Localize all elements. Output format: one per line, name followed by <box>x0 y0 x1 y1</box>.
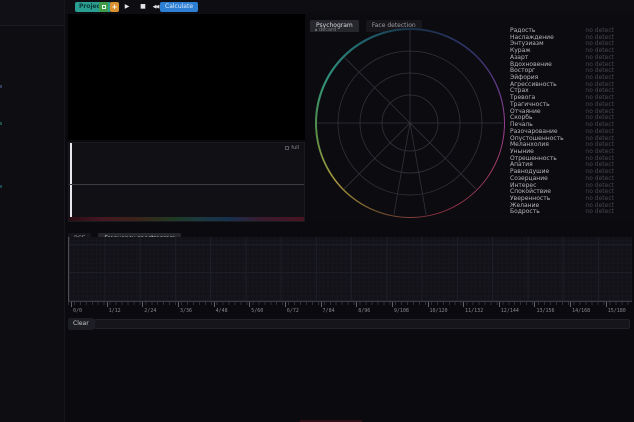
emotion-label: Бодрость <box>510 209 540 216</box>
axis-tick <box>534 302 535 307</box>
full-checkbox[interactable]: full <box>285 145 299 151</box>
axis-tick-label: 14/168 <box>572 308 590 314</box>
axis-tick-label: 9/108 <box>394 308 409 314</box>
axis-tick-label: 13/156 <box>536 308 554 314</box>
checkbox-icon <box>285 146 289 150</box>
emotion-list: Радостьno detectНаслаждениеno detectЭнту… <box>510 28 614 216</box>
play-button[interactable]: ▶ <box>122 2 132 12</box>
axis-tick <box>142 302 143 307</box>
playhead[interactable] <box>70 143 72 221</box>
axis-tick-label: 7/84 <box>323 308 335 314</box>
axis-tick <box>285 302 286 307</box>
axis-tick-label: 11/132 <box>465 308 483 314</box>
stop-icon: ■ <box>140 3 146 10</box>
plus-icon: + <box>112 3 118 11</box>
emotion-value: no detect <box>585 209 614 216</box>
add-button[interactable]: + <box>110 2 119 12</box>
app-window: Projects + ▶ ■ ◀◀ Calculate full Psychog… <box>0 0 634 422</box>
axis-tick <box>499 302 500 307</box>
sidebar-speck <box>0 185 2 188</box>
rewind-icon: ◀◀ <box>153 4 159 10</box>
axis-tick-label: 10/120 <box>430 308 448 314</box>
screenshot-button[interactable] <box>99 2 108 12</box>
emotion-row: Бодрость no detect <box>510 209 614 216</box>
waveform-panel[interactable]: full <box>68 142 305 222</box>
sidebar-speck <box>0 85 2 88</box>
waveform-midline <box>69 184 304 185</box>
time-axis: 0/0 1/12 2/24 3/36 4/48 5/60 6/72 7/84 8/96 9/108… <box>68 301 632 317</box>
frame-icon <box>102 5 106 9</box>
video-preview <box>68 14 305 140</box>
axis-tick-label: 5/60 <box>251 308 263 314</box>
sidebar <box>0 0 65 422</box>
clear-progress-bar <box>94 319 630 329</box>
axis-minor-ticks <box>68 302 632 305</box>
axis-tick <box>107 302 108 307</box>
full-label: full <box>291 145 299 151</box>
axis-tick-label: 8/96 <box>358 308 370 314</box>
axis-tick <box>392 302 393 307</box>
axis-tick <box>249 302 250 307</box>
axis-tick <box>606 302 607 307</box>
waveform-rainbow-strip <box>69 217 304 221</box>
axis-tick <box>356 302 357 307</box>
axis-tick <box>321 302 322 307</box>
sidebar-speck <box>0 122 2 125</box>
axis-tick-label: 3/36 <box>180 308 192 314</box>
axis-tick-label: 6/72 <box>287 308 299 314</box>
calculate-button[interactable]: Calculate <box>160 2 198 12</box>
clear-button[interactable]: Clear <box>68 318 94 330</box>
axis-tick <box>71 302 72 307</box>
axis-tick-label: 12/144 <box>501 308 519 314</box>
stop-button[interactable]: ■ <box>138 2 148 12</box>
axis-tick <box>178 302 179 307</box>
axis-tick <box>570 302 571 307</box>
axis-tick <box>428 302 429 307</box>
polar-grid <box>315 28 505 218</box>
psychogram-polar-chart <box>315 28 505 218</box>
axis-tick-label: 4/48 <box>216 308 228 314</box>
axis-tick-label: 1/12 <box>109 308 121 314</box>
axis-tick-label: 2/24 <box>144 308 156 314</box>
spectrogram-grid[interactable] <box>68 237 632 301</box>
play-icon: ▶ <box>125 3 130 10</box>
axis-tick-label: 15/180 <box>608 308 626 314</box>
axis-tick-label: 0/0 <box>73 308 82 314</box>
psychogram-panel: Psychogram Face detection decard <box>308 12 634 222</box>
axis-tick <box>214 302 215 307</box>
axis-tick <box>463 302 464 307</box>
sidebar-header <box>0 0 64 26</box>
